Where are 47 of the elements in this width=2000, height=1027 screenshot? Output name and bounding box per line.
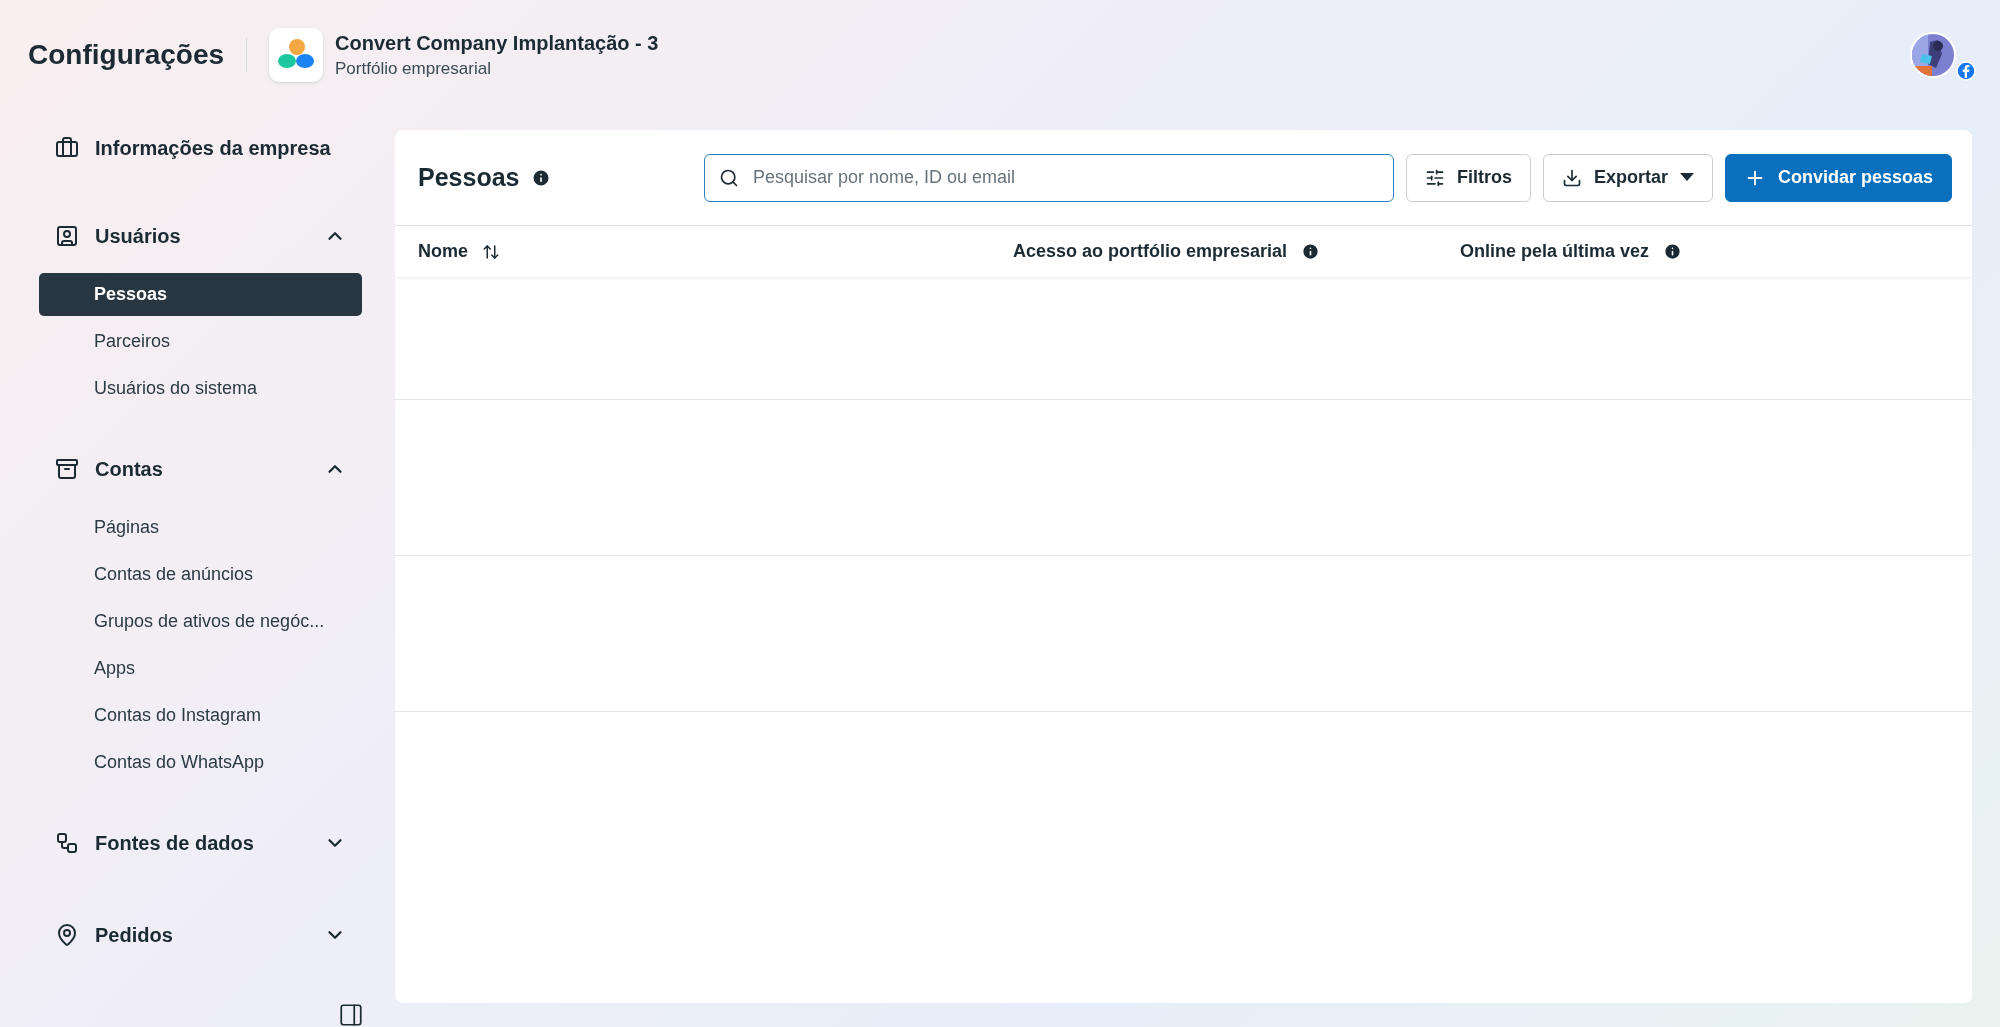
section-label: Pedidos	[95, 923, 174, 947]
sidebar-section[interactable]: Contas	[39, 444, 362, 494]
business-subtitle: Portfólio empresarial	[335, 58, 492, 79]
sidebar-item[interactable]: Grupos de ativos de negóc...	[39, 600, 362, 643]
search-field[interactable]: Pesquisar por nome, ID ou email	[703, 153, 1394, 202]
briefcase-icon	[55, 136, 79, 160]
column-header[interactable]: Nome	[418, 241, 468, 262]
section-label: Informações da empresa	[95, 136, 332, 160]
download-icon	[1561, 167, 1582, 188]
panel-toggle-icon[interactable]	[338, 1002, 364, 1027]
badge-icon	[1956, 61, 1976, 81]
section-label: Fontes de dados	[95, 831, 255, 855]
sidebar-item[interactable]: Páginas	[39, 506, 362, 549]
sidebar-section[interactable]: Pedidos	[39, 910, 362, 960]
sliders-icon	[1424, 167, 1445, 188]
sidebar-section[interactable]: Usuários	[39, 211, 362, 261]
nodes-icon	[55, 831, 79, 855]
sidebar-item[interactable]: Usuários do sistema	[39, 367, 362, 410]
section-label: Contas	[95, 457, 164, 481]
archive-icon	[55, 457, 79, 481]
sidebar-item[interactable]: Contas do WhatsApp	[39, 741, 362, 784]
sidebar-item[interactable]: Parceiros	[39, 320, 362, 363]
invite-button[interactable]: Convidar pessoas	[1724, 153, 1952, 202]
sidebar-item[interactable]: Contas de anúncios	[39, 553, 362, 596]
pin-icon	[55, 923, 79, 947]
panel-title: Pessoas	[418, 163, 520, 192]
sidebar-item[interactable]: Contas do Instagram	[39, 694, 362, 737]
logo-icon	[269, 28, 324, 82]
sidebar-item[interactable]: Pessoas	[39, 273, 362, 316]
business-name: Convert Company Implantação - 3	[335, 31, 659, 55]
page-title: Configurações	[28, 39, 225, 71]
sort-icon[interactable]	[482, 242, 500, 261]
info-icon[interactable]	[1663, 242, 1683, 261]
avatar[interactable]	[1910, 32, 1956, 78]
sidebar-section[interactable]: Informações da empresa	[39, 123, 362, 173]
column-header: Online pela última vez	[1460, 241, 1650, 262]
filter-button[interactable]: Filtros	[1405, 153, 1531, 202]
section-label: Usuários	[95, 224, 182, 248]
column-header: Acesso ao portfólio empresarial	[1013, 241, 1288, 262]
sidebar-item[interactable]: Apps	[39, 647, 362, 690]
info-icon[interactable]	[531, 167, 552, 188]
id-card-icon	[55, 224, 79, 248]
caret-icon	[1679, 173, 1694, 182]
info-icon[interactable]	[1301, 242, 1321, 261]
sidebar-section[interactable]: Fontes de dados	[39, 818, 362, 868]
export-button[interactable]: Exportar	[1542, 153, 1713, 202]
search-icon	[718, 167, 739, 188]
